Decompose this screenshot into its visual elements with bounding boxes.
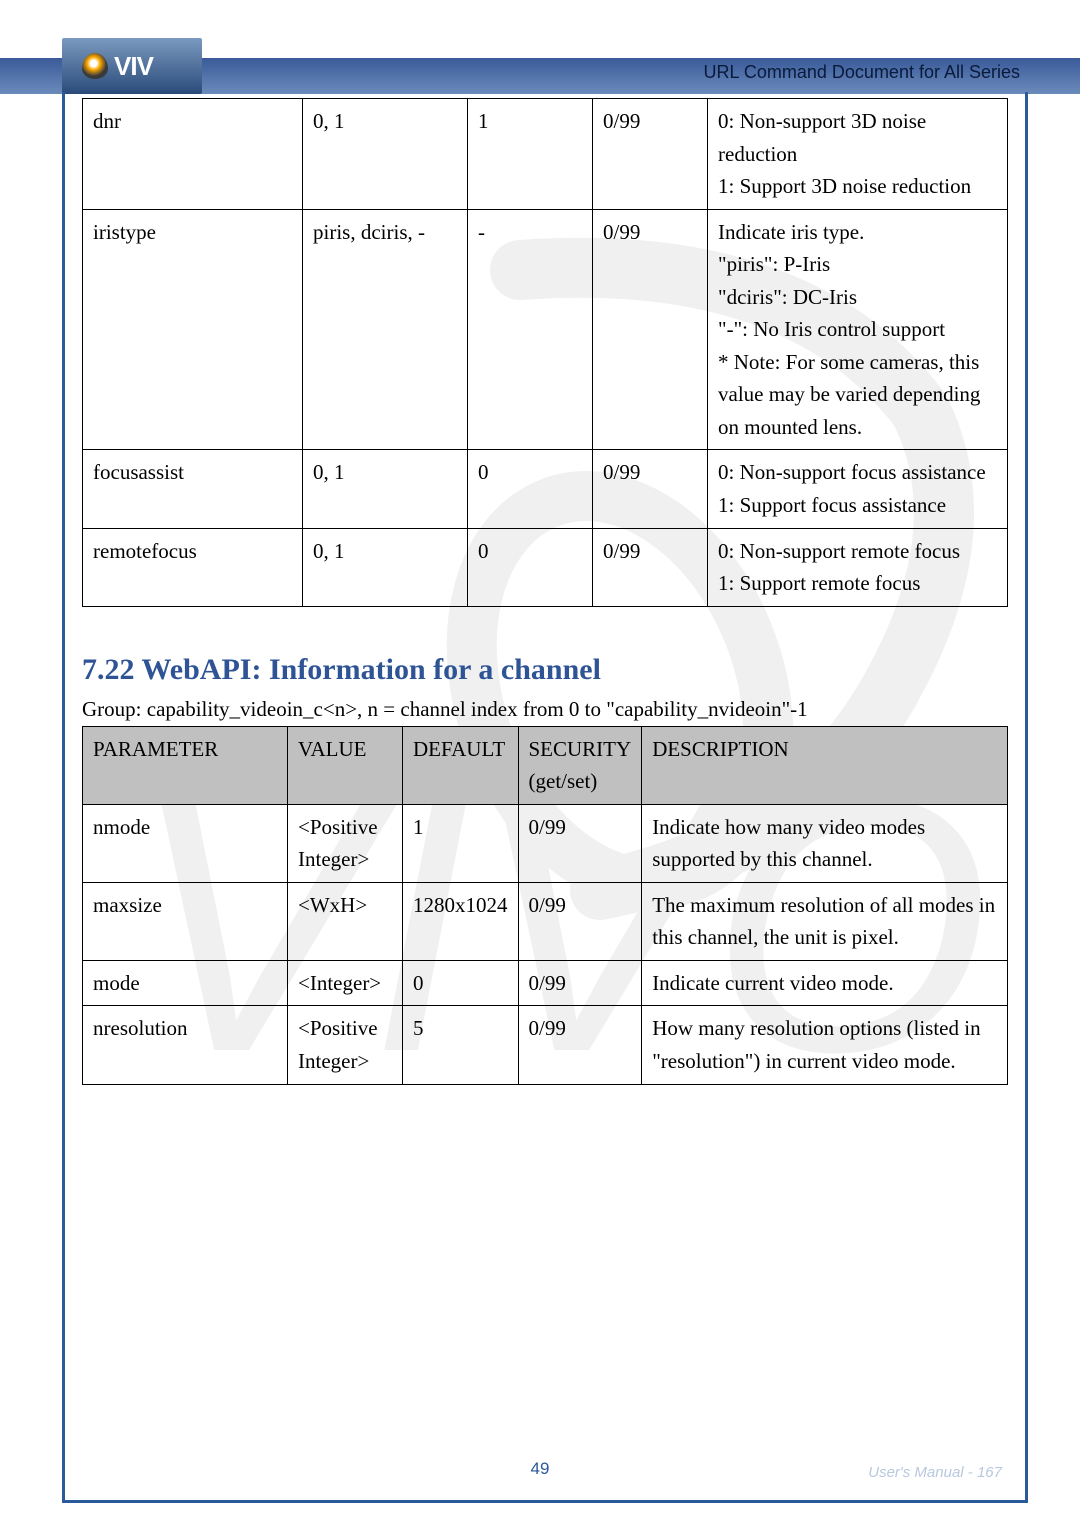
footer-manual-ref: User's Manual - 167: [868, 1464, 1002, 1481]
brand-name: VIVOTEK: [946, 34, 1020, 52]
logo-eye-icon: [82, 53, 108, 79]
table-header-row: PARAMETER VALUE DEFAULT SECURITY (get/se…: [83, 726, 1008, 804]
th-description: DESCRIPTION: [642, 726, 1008, 804]
section-heading: 7.22 WebAPI: Information for a channel: [82, 653, 1008, 687]
cell-param: dnr: [83, 99, 303, 210]
cell-security: 0/99: [593, 528, 708, 606]
parameter-table-2: PARAMETER VALUE DEFAULT SECURITY (get/se…: [82, 726, 1008, 1085]
cell-security: 0/99: [518, 804, 642, 882]
cell-security: 0/99: [593, 99, 708, 210]
cell-param: mode: [83, 960, 288, 1006]
table-row: focusassist0, 100/990: Non-support focus…: [83, 450, 1008, 528]
th-value: VALUE: [288, 726, 403, 804]
cell-default: 5: [403, 1006, 519, 1084]
cell-param: maxsize: [83, 882, 288, 960]
cell-param: iristype: [83, 209, 303, 450]
cell-security: 0/99: [518, 960, 642, 1006]
cell-description: Indicate how many video modes supported …: [642, 804, 1008, 882]
cell-value: 0, 1: [303, 528, 468, 606]
cell-value: 0, 1: [303, 99, 468, 210]
cell-default: 0: [468, 528, 593, 606]
cell-param: focusassist: [83, 450, 303, 528]
cell-description: 0: Non-support focus assistance1: Suppor…: [708, 450, 1008, 528]
cell-security: 0/99: [593, 209, 708, 450]
table-row: nresolution<Positive Integer>50/99How ma…: [83, 1006, 1008, 1084]
th-security: SECURITY (get/set): [518, 726, 642, 804]
cell-description: Indicate iris type."piris": P-Iris"dciri…: [708, 209, 1008, 450]
cell-description: Indicate current video mode.: [642, 960, 1008, 1006]
cell-description: The maximum resolution of all modes in t…: [642, 882, 1008, 960]
th-security-l2: (get/set): [529, 769, 598, 793]
cell-description: How many resolution options (listed in "…: [642, 1006, 1008, 1084]
cell-value: piris, dciris, -: [303, 209, 468, 450]
cell-description: 0: Non-support remote focus1: Support re…: [708, 528, 1008, 606]
cell-param: nresolution: [83, 1006, 288, 1084]
doc-subtitle: URL Command Document for All Series: [704, 62, 1020, 83]
table-row: remotefocus0, 100/990: Non-support remot…: [83, 528, 1008, 606]
th-parameter: PARAMETER: [83, 726, 288, 804]
table-row: maxsize<WxH>1280x10240/99The maximum res…: [83, 882, 1008, 960]
th-security-l1: SECURITY: [529, 737, 632, 761]
cell-default: 0: [468, 450, 593, 528]
table-row: mode<Integer>00/99Indicate current video…: [83, 960, 1008, 1006]
cell-default: 1: [468, 99, 593, 210]
cell-default: -: [468, 209, 593, 450]
cell-security: 0/99: [518, 1006, 642, 1084]
table-row: dnr0, 110/990: Non-support 3D noise redu…: [83, 99, 1008, 210]
cell-value: <Positive Integer>: [288, 804, 403, 882]
group-line: Group: capability_videoin_c<n>, n = chan…: [82, 697, 1008, 722]
cell-value: 0, 1: [303, 450, 468, 528]
cell-default: 1: [403, 804, 519, 882]
table-row: iristypepiris, dciris, --0/99Indicate ir…: [83, 209, 1008, 450]
parameter-table-1: dnr0, 110/990: Non-support 3D noise redu…: [82, 98, 1008, 607]
th-default: DEFAULT: [403, 726, 519, 804]
table-row: nmode<Positive Integer>10/99Indicate how…: [83, 804, 1008, 882]
cell-description: 0: Non-support 3D noise reduction1: Supp…: [708, 99, 1008, 210]
cell-value: <Positive Integer>: [288, 1006, 403, 1084]
cell-default: 1280x1024: [403, 882, 519, 960]
brand-logo: VIV: [62, 38, 202, 94]
cell-default: 0: [403, 960, 519, 1006]
cell-param: nmode: [83, 804, 288, 882]
cell-security: 0/99: [518, 882, 642, 960]
cell-value: <Integer>: [288, 960, 403, 1006]
cell-security: 0/99: [593, 450, 708, 528]
cell-param: remotefocus: [83, 528, 303, 606]
logo-text: VIV: [114, 51, 153, 82]
cell-value: <WxH>: [288, 882, 403, 960]
